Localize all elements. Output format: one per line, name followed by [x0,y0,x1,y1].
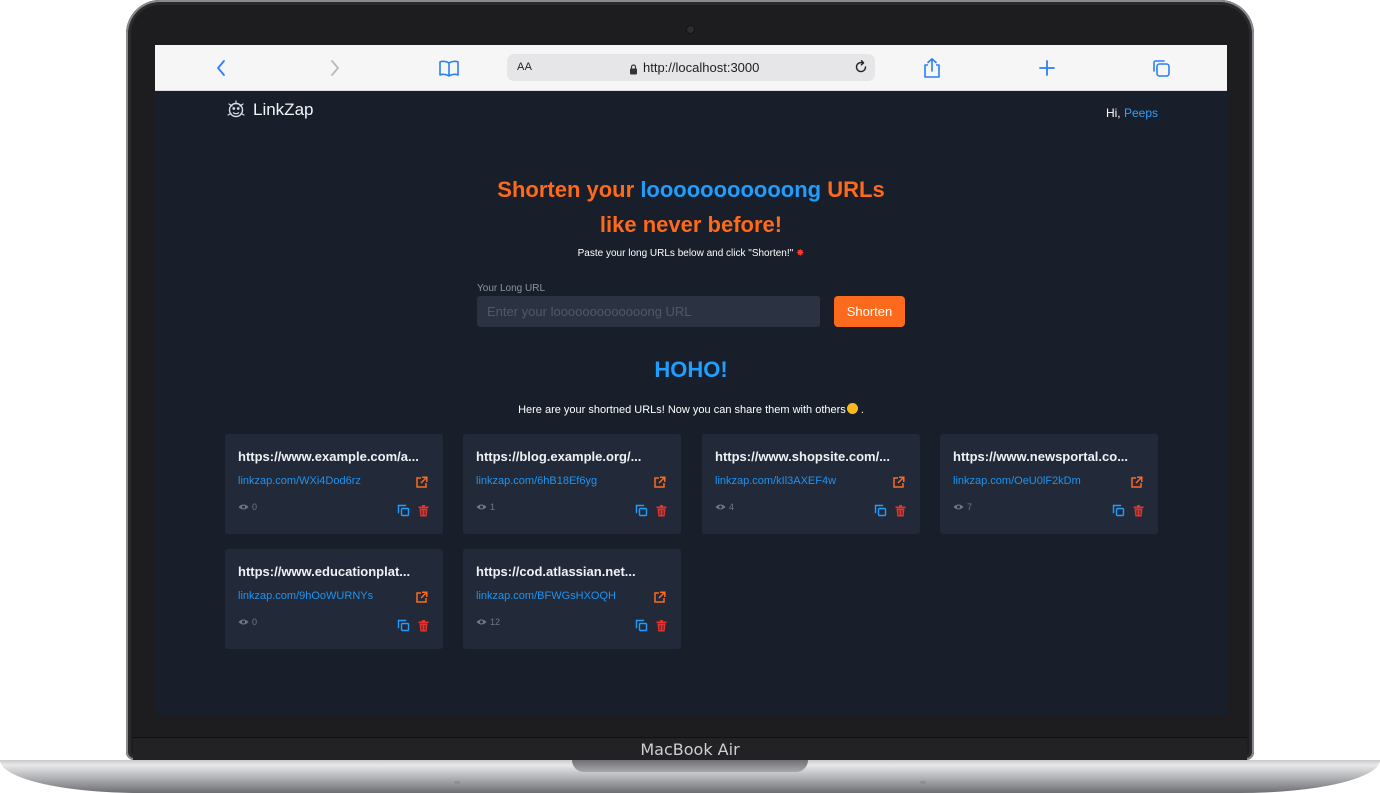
open-link-icon[interactable] [653,591,666,609]
lock-icon [629,62,638,80]
link-card: https://www.educationplat... linkzap.com/… [225,549,443,649]
view-count: 1 [476,502,495,512]
url-input-label: Your Long URL [477,283,546,294]
hero-subtitle: Paste your long URLs below and click "Sh… [155,248,1227,259]
short-url-link[interactable]: linkzap.com/6hB18Ef6yg [476,475,597,487]
eye-icon [476,504,487,510]
url-text: http://localhost:3000 [643,60,760,75]
camera-dot [687,26,694,33]
short-url-link[interactable]: linkzap.com/9hOoWURNYs [238,590,373,602]
long-url: https://www.example.com/a... [238,449,419,464]
link-card: https://cod.atlassian.net... linkzap.com/… [463,549,681,649]
long-url-input[interactable] [477,296,820,327]
hero-title-highlight: looooooooooong [640,177,822,202]
link-card: https://www.example.com/a... linkzap.com/… [225,434,443,534]
trash-icon[interactable] [895,504,906,522]
user-greeting: Hi, Peeps [1106,106,1158,120]
hero-title-part1: Shorten your [497,177,635,202]
eye-icon [715,504,726,510]
hero-title-line2: like never before! [599,212,783,237]
link-card: https://blog.example.org/... linkzap.com/… [463,434,681,534]
text-size-button[interactable]: AA [517,61,532,73]
long-url: https://blog.example.org/... [476,449,642,464]
trash-icon[interactable] [418,619,429,637]
reload-icon[interactable] [853,59,869,80]
long-url: https://www.shopsite.com/... [715,449,891,464]
trash-icon[interactable] [656,504,667,522]
view-count-value: 4 [729,502,735,512]
eye-icon [238,619,249,625]
hero-subtitle-text: Paste your long URLs below and click "Sh… [577,248,794,259]
short-url-link[interactable]: linkzap.com/BFWGsHXOQH [476,590,616,602]
shorten-button[interactable]: Shorten [834,296,905,327]
view-count-value: 1 [490,502,496,512]
smile-emoji-icon [846,403,858,414]
eye-icon [476,619,487,625]
view-count-value: 7 [967,502,973,512]
open-link-icon[interactable] [653,476,666,494]
view-count-value: 0 [252,502,258,512]
copy-icon[interactable] [397,504,410,522]
open-link-icon[interactable] [1130,476,1143,494]
view-count-value: 12 [490,617,501,627]
view-count: 12 [476,617,500,627]
eye-icon [238,504,249,510]
view-count: 7 [953,502,972,512]
chevron-right-icon[interactable] [322,55,348,81]
trash-icon[interactable] [418,504,429,522]
laptop-notch [572,760,808,772]
copy-icon[interactable] [635,619,648,637]
view-count: 0 [238,617,257,627]
share-icon[interactable] [919,55,945,81]
browser-toolbar: AA http://localhost:3000 [155,45,1227,91]
results-subheading-text: Here are your shortned URLs! Now you can… [518,404,846,416]
long-url: https://www.newsportal.co... [953,449,1129,464]
open-link-icon[interactable] [415,476,428,494]
link-card: https://www.shopsite.com/... linkzap.com/… [702,434,920,534]
browser-screen: AA http://localhost:3000 LinkZap Hi, Pee… [155,45,1227,715]
copy-icon[interactable] [635,504,648,522]
device-label: MacBook Air [640,740,740,759]
brand-name: LinkZap [253,100,314,119]
greeting-prefix: Hi, [1105,106,1121,120]
results-heading: HOHO! [654,357,728,382]
brand-logo-icon [227,100,245,118]
copy-icon[interactable] [397,619,410,637]
view-count: 0 [238,502,257,512]
hero-title: Shorten your looooooooooong URLs [155,172,1227,208]
laptop-foot [454,781,460,784]
copy-icon[interactable] [1112,504,1125,522]
results-subheading-end: . [860,404,864,416]
address-bar[interactable]: AA http://localhost:3000 [507,54,875,81]
long-url: https://cod.atlassian.net... [476,564,636,579]
trash-icon[interactable] [1133,504,1144,522]
open-link-icon[interactable] [892,476,905,494]
short-url-link[interactable]: linkzap.com/OeU0lF2kDm [953,475,1081,487]
brand[interactable]: LinkZap [226,100,313,120]
copy-icon[interactable] [874,504,887,522]
trash-icon[interactable] [656,619,667,637]
laptop-foot [920,781,926,784]
short-url-link[interactable]: linkzap.com/kIl3AXEF4w [715,475,836,487]
spark-icon: ✸ [795,248,805,259]
link-card: https://www.newsportal.co... linkzap.com/… [940,434,1158,534]
short-url-link[interactable]: linkzap.com/WXi4Dod6rz [238,475,361,487]
book-icon[interactable] [436,55,462,81]
laptop-chin: MacBook Air [133,737,1247,762]
navbar: LinkZap Hi, Peeps [155,90,1227,134]
view-count-value: 0 [252,617,258,627]
long-url: https://www.educationplat... [238,564,411,579]
open-link-icon[interactable] [415,591,428,609]
results-subheading: Here are your shortned URLs! Now you can… [155,403,1227,416]
view-count: 4 [715,502,734,512]
user-name-link[interactable]: Peeps [1124,106,1158,120]
plus-icon[interactable] [1034,55,1060,81]
hero-title-part2: URLs [827,177,885,202]
chevron-left-icon[interactable] [208,55,234,81]
tabs-icon[interactable] [1148,55,1174,81]
eye-icon [953,504,964,510]
